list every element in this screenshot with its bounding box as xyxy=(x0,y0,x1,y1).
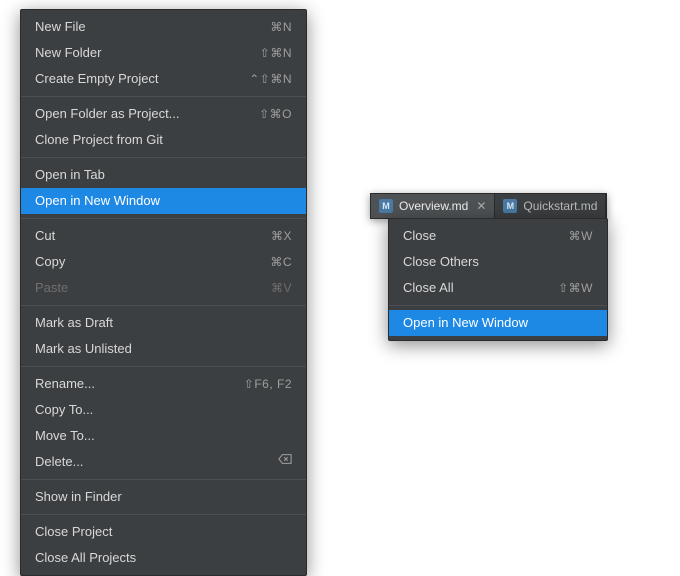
menu-item-shortcut: ⌘W xyxy=(569,223,593,249)
tab-filename: Overview.md xyxy=(399,199,468,213)
menu-item-label: Close Others xyxy=(403,249,593,275)
menu-item-label: Rename... xyxy=(35,371,214,397)
tab-filename: Quickstart.md xyxy=(523,199,597,213)
menu-item-label: Mark as Draft xyxy=(35,310,292,336)
menu-item-shortcut: ⌘N xyxy=(270,14,292,40)
menu-item-new-folder[interactable]: New Folder ⇧⌘N xyxy=(21,40,306,66)
menu-item-label: Open Folder as Project... xyxy=(35,101,229,127)
menu-item-close-all[interactable]: Close All ⇧⌘W xyxy=(389,275,607,301)
menu-item-shortcut: ⌘V xyxy=(271,275,292,301)
menu-item-cut[interactable]: Cut ⌘X xyxy=(21,223,306,249)
editor-tab-overview[interactable]: M Overview.md ✕ xyxy=(371,194,495,218)
menu-item-label: Create Empty Project xyxy=(35,66,219,92)
menu-item-copy-to[interactable]: Copy To... xyxy=(21,397,306,423)
menu-item-copy[interactable]: Copy ⌘C xyxy=(21,249,306,275)
menu-separator xyxy=(21,218,306,219)
editor-tab-bar: M Overview.md ✕ M Quickstart.md xyxy=(370,193,607,219)
menu-item-mark-as-draft[interactable]: Mark as Draft xyxy=(21,310,306,336)
markdown-file-icon: M xyxy=(379,199,393,213)
menu-item-show-in-finder[interactable]: Show in Finder xyxy=(21,484,306,510)
menu-item-label: Cut xyxy=(35,223,241,249)
menu-item-paste: Paste ⌘V xyxy=(21,275,306,301)
menu-item-rename[interactable]: Rename... ⇧F6, F2 xyxy=(21,371,306,397)
menu-item-label: Clone Project from Git xyxy=(35,127,292,153)
menu-item-label: Copy xyxy=(35,249,240,275)
menu-item-delete[interactable]: Delete... xyxy=(21,449,306,475)
menu-separator xyxy=(21,157,306,158)
menu-item-label: Open in New Window xyxy=(35,188,292,214)
menu-item-label: Close All Projects xyxy=(35,545,292,571)
menu-item-shortcut: ⇧⌘N xyxy=(260,40,292,66)
menu-separator xyxy=(21,96,306,97)
menu-item-move-to[interactable]: Move To... xyxy=(21,423,306,449)
menu-item-open-folder-as-project[interactable]: Open Folder as Project... ⇧⌘O xyxy=(21,101,306,127)
menu-item-open-in-new-window[interactable]: Open in New Window xyxy=(21,188,306,214)
menu-item-create-empty-project[interactable]: Create Empty Project ⌃⇧⌘N xyxy=(21,66,306,92)
menu-item-shortcut: ⌘X xyxy=(271,223,292,249)
tab-context-menu: Close ⌘W Close Others Close All ⇧⌘W Open i… xyxy=(388,218,608,341)
menu-separator xyxy=(389,305,607,306)
menu-item-label: Open in Tab xyxy=(35,162,292,188)
close-icon[interactable]: ✕ xyxy=(476,199,486,213)
menu-item-new-file[interactable]: New File ⌘N xyxy=(21,14,306,40)
menu-item-close-all-projects[interactable]: Close All Projects xyxy=(21,545,306,571)
menu-item-shortcut: ⇧⌘W xyxy=(558,275,593,301)
backspace-icon xyxy=(278,452,292,466)
menu-separator xyxy=(21,366,306,367)
menu-item-label: Copy To... xyxy=(35,397,292,423)
menu-item-label: Paste xyxy=(35,275,241,301)
menu-item-shortcut: ⇧F6, F2 xyxy=(244,371,292,397)
menu-separator xyxy=(21,305,306,306)
editor-tab-quickstart[interactable]: M Quickstart.md xyxy=(495,194,606,218)
menu-item-mark-as-unlisted[interactable]: Mark as Unlisted xyxy=(21,336,306,362)
menu-item-clone-project-from-git[interactable]: Clone Project from Git xyxy=(21,127,306,153)
menu-item-close-project[interactable]: Close Project xyxy=(21,519,306,545)
menu-item-shortcut: ⌃⇧⌘N xyxy=(249,66,292,92)
menu-item-shortcut: ⇧⌘O xyxy=(259,101,292,127)
menu-item-label: Delete... xyxy=(35,449,248,475)
menu-separator xyxy=(21,479,306,480)
menu-item-shortcut xyxy=(278,449,292,475)
menu-item-label: Show in Finder xyxy=(35,484,292,510)
markdown-file-icon: M xyxy=(503,199,517,213)
menu-item-label: Close All xyxy=(403,275,528,301)
menu-item-label: Open in New Window xyxy=(403,310,593,336)
menu-item-label: Move To... xyxy=(35,423,292,449)
menu-item-shortcut: ⌘C xyxy=(270,249,292,275)
menu-item-label: New File xyxy=(35,14,240,40)
menu-item-label: Close Project xyxy=(35,519,292,545)
menu-item-open-in-tab[interactable]: Open in Tab xyxy=(21,162,306,188)
project-context-menu: New File ⌘N New Folder ⇧⌘N Create Empty Pr… xyxy=(20,9,307,576)
menu-item-close[interactable]: Close ⌘W xyxy=(389,223,607,249)
menu-item-open-in-new-window[interactable]: Open in New Window xyxy=(389,310,607,336)
menu-item-close-others[interactable]: Close Others xyxy=(389,249,607,275)
menu-item-label: Close xyxy=(403,223,539,249)
menu-separator xyxy=(21,514,306,515)
menu-item-label: Mark as Unlisted xyxy=(35,336,292,362)
menu-item-label: New Folder xyxy=(35,40,230,66)
